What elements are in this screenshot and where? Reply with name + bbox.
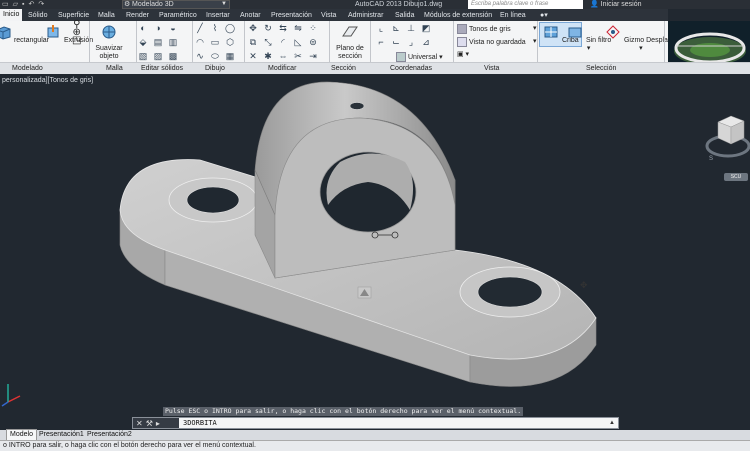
command-line[interactable]: ✕ ⚒ ▸ 3DORBITA ▲ — [132, 417, 619, 429]
ucs-icon — [1, 384, 21, 407]
command-input[interactable]: 3DORBITA — [183, 418, 217, 428]
wcs-menu[interactable]: SCU — [724, 173, 748, 181]
layout-tabs: Modelo Presentación1 Presentación2 — [0, 429, 750, 440]
top-small-hole — [349, 102, 365, 110]
tab-modelo[interactable]: Modelo — [6, 429, 37, 440]
right-hole — [477, 276, 543, 308]
command-controls: ✕ ⚒ ▸ — [133, 418, 179, 428]
viewcube-south-label: S — [709, 156, 713, 162]
command-hint: Pulse ESC o INTRO para salir, o haga cli… — [163, 407, 524, 416]
tab-presentacion2[interactable]: Presentación2 — [84, 430, 135, 440]
wrench-icon[interactable]: ⚒ — [146, 419, 153, 428]
viewcube[interactable]: S — [704, 108, 750, 170]
tab-presentacion1[interactable]: Presentación1 — [36, 430, 87, 440]
chevron-up-icon[interactable]: ▲ — [609, 418, 615, 428]
status-bar: o INTRO para salir, o haga clic con el b… — [0, 440, 750, 451]
left-hole — [186, 186, 240, 214]
recent-commands-icon[interactable]: ▸ — [156, 419, 160, 428]
close-icon[interactable]: ✕ — [136, 419, 143, 428]
3d-model[interactable]: ✥ — [0, 0, 750, 430]
cursor-icon: ✥ — [580, 280, 588, 290]
